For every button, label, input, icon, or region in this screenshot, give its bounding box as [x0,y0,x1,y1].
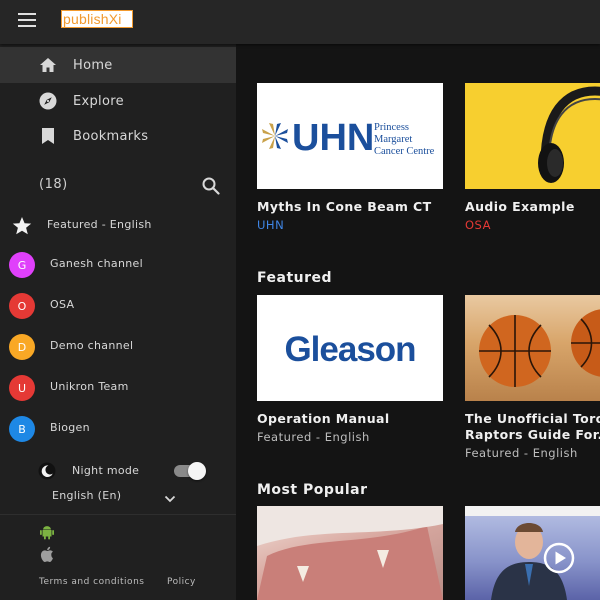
app-logo[interactable]: publishXi [61,10,133,28]
card-channel[interactable]: OSA [465,218,600,233]
channel-item-biogen[interactable]: B Biogen [0,413,236,445]
card-title-line2: Raptors Guide For... [465,427,600,442]
chevron-down-icon [164,490,176,503]
uhn-logo-line: Princess [374,122,409,133]
channel-avatar: B [9,416,35,442]
divider [0,514,236,515]
top-bar: publishXi [0,0,600,44]
section-title-featured: Featured [257,270,333,286]
channel-label: Featured - English [47,218,152,231]
policy-link[interactable]: Policy [167,577,196,587]
cat-teeth-image [257,506,443,600]
uhn-wordmark: UHN [292,117,374,159]
apple-icon[interactable] [40,546,54,562]
channel-avatar: D [9,334,35,360]
menu-icon[interactable] [18,13,36,27]
nav-label-home: Home [73,57,113,73]
basketballs-image [479,309,600,387]
card-title: Operation Manual [257,411,390,426]
headphones-image [538,86,600,183]
channel-label: Demo channel [50,339,134,352]
play-icon[interactable] [543,542,575,574]
night-mode-toggle[interactable] [174,462,206,480]
night-mode-label: Night mode [72,464,140,477]
card-title: Audio Example [465,199,575,214]
content-card[interactable]: Gleason Operation Manual Featured - Engl… [257,295,443,445]
language-select[interactable]: English (En) [52,486,182,506]
card-title: Myths In Cone Beam CT [257,199,432,214]
content-card[interactable] [257,506,443,600]
content-card[interactable]: The Unofficial Toronto Raptors Guide For… [465,295,600,461]
compass-icon [38,91,58,111]
card-thumbnail: Gleason [257,295,443,401]
android-icon[interactable] [40,524,54,540]
card-thumbnail [465,83,600,189]
channel-count: (18) [39,177,68,192]
bookmark-icon [38,126,58,146]
language-label: English (En) [52,489,122,502]
moon-icon [38,462,56,480]
card-channel[interactable]: UHN [257,218,443,233]
main-content: UHN Princess Margaret Cancer Centre Myth… [236,44,600,600]
card-thumbnail [465,506,600,600]
channel-avatar: O [9,293,35,319]
channel-item-demo[interactable]: D Demo channel [0,331,236,363]
channel-label: OSA [50,298,75,311]
channel-item-featured-english[interactable]: Featured - English [0,210,236,242]
sidebar: Home Explore Bookmarks (18) Featured - E… [0,44,236,600]
nav-item-home[interactable]: Home [0,47,236,83]
search-icon[interactable] [202,177,220,195]
nav-item-explore[interactable]: Explore [0,83,236,119]
card-thumbnail: UHN Princess Margaret Cancer Centre [257,83,443,189]
channel-item-ganesh[interactable]: G Ganesh channel [0,249,236,281]
content-card[interactable]: Audio Example OSA [465,83,600,233]
channel-item-unikron[interactable]: U Unikron Team [0,372,236,404]
terms-link[interactable]: Terms and conditions [39,577,144,587]
home-icon [38,55,58,75]
card-channel[interactable]: Featured - English [465,446,600,461]
card-title: The Unofficial Toronto [465,411,600,426]
channel-avatar: U [9,375,35,401]
content-card[interactable]: UHN Princess Margaret Cancer Centre Myth… [257,83,443,233]
content-card[interactable] [465,506,600,600]
uhn-logo-line: Cancer Centre [374,146,435,157]
card-channel[interactable]: Featured - English [257,430,443,445]
channel-label: Unikron Team [50,380,129,393]
section-title-most-popular: Most Popular [257,482,368,498]
channel-label: Ganesh channel [50,257,143,270]
card-thumbnail [257,506,443,600]
nav-label-bookmarks: Bookmarks [73,128,149,144]
channel-avatar: G [9,252,35,278]
night-mode-row: Night mode [0,458,236,486]
uhn-logo-line: Margaret [374,134,412,145]
channel-item-osa[interactable]: O OSA [0,290,236,322]
gleason-wordmark: Gleason [284,330,415,369]
presenter-video-image [465,506,600,600]
star-icon [9,213,35,239]
channel-label: Biogen [50,421,90,434]
uhn-logo-image: UHN Princess Margaret Cancer Centre [262,117,435,159]
gleason-logo-image: Gleason [284,330,416,369]
nav-item-bookmarks[interactable]: Bookmarks [0,118,236,154]
nav-label-explore: Explore [73,93,124,109]
card-thumbnail [465,295,600,401]
